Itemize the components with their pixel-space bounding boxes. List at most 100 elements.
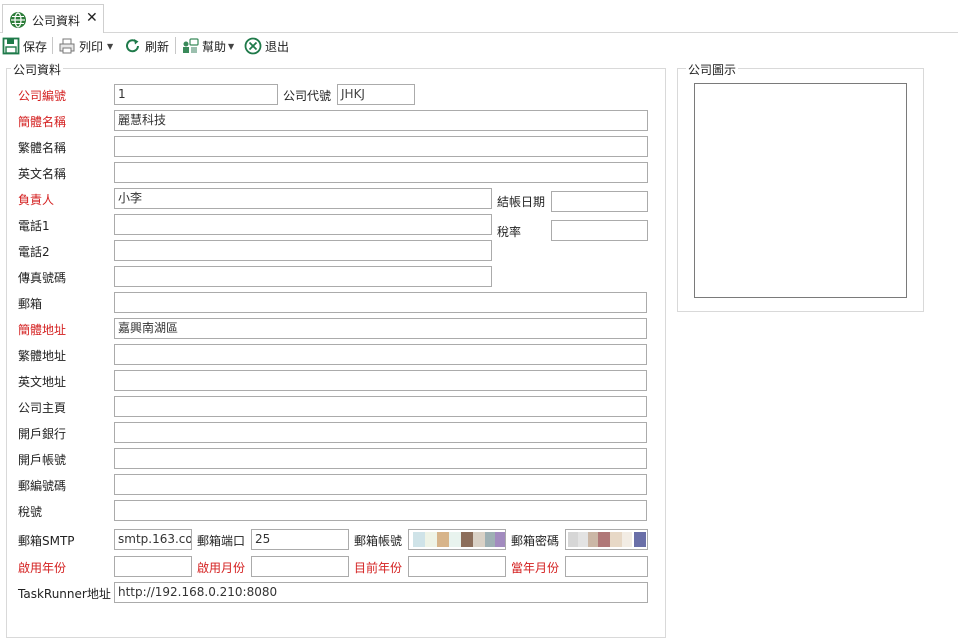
redacted-mark (461, 532, 473, 547)
start-month-label: 啟用月份 (197, 561, 246, 575)
email-label: 郵箱 (18, 297, 43, 311)
redacted-mark (449, 532, 461, 547)
current-year-field[interactable] (408, 556, 506, 577)
company-code-field[interactable]: JHKJ (337, 84, 415, 105)
group-title: 公司資料 (11, 61, 64, 78)
bank-account-label: 開戶帳號 (18, 453, 67, 467)
trad-name-field[interactable] (114, 136, 648, 157)
redacted-mark (473, 532, 485, 547)
phone2-field[interactable] (114, 240, 492, 261)
taskrunner-field[interactable]: http://192.168.0.210:8080 (114, 582, 648, 603)
tab-label: 公司資料 (32, 14, 81, 28)
bank-label: 開戶銀行 (18, 427, 67, 441)
redacted-mark (495, 532, 505, 547)
tab-bar: 公司資料 ✕ (0, 0, 958, 33)
eng-addr-field[interactable] (114, 370, 647, 391)
homepage-field[interactable] (114, 396, 647, 417)
mail-port-label: 郵箱端口 (197, 534, 246, 548)
print-label: 列印 (79, 39, 104, 54)
toolbar-divider (52, 37, 53, 54)
smtp-field[interactable]: smtp.163.con (114, 529, 192, 550)
mail-password-field[interactable] (565, 529, 648, 550)
redacted-mark (485, 532, 495, 547)
zip-label: 郵編號碼 (18, 479, 67, 493)
redacted-mark (437, 532, 449, 547)
simp-addr-label: 簡體地址 (18, 323, 67, 337)
save-icon (2, 37, 20, 55)
current-month-label: 當年月份 (511, 561, 560, 575)
exit-button[interactable]: 退出 (244, 36, 289, 56)
redacted-mark (578, 532, 588, 547)
chevron-down-icon[interactable]: ▼ (107, 42, 113, 51)
trad-name-label: 繁體名稱 (18, 141, 67, 155)
phone1-field[interactable] (114, 214, 492, 235)
simp-addr-field[interactable]: 嘉興南湖區 (114, 318, 647, 339)
fax-label: 傳真號碼 (18, 271, 67, 285)
close-date-field[interactable] (551, 191, 648, 212)
eng-addr-label: 英文地址 (18, 375, 67, 389)
help-button[interactable]: 幫助 ▼ (181, 36, 234, 56)
mail-password-label: 郵箱密碼 (511, 534, 560, 548)
tax-no-field[interactable] (114, 500, 647, 521)
chevron-down-icon[interactable]: ▼ (228, 42, 234, 51)
simp-name-label: 簡體名稱 (18, 115, 67, 129)
trad-addr-label: 繁體地址 (18, 349, 67, 363)
start-year-field[interactable] (114, 556, 192, 577)
email-field[interactable] (114, 292, 647, 313)
fax-field[interactable] (114, 266, 492, 287)
mail-port-field[interactable]: 25 (251, 529, 349, 550)
refresh-label: 刷新 (145, 39, 170, 54)
globe-icon (10, 12, 26, 28)
tab-company-info[interactable]: 公司資料 ✕ (2, 4, 104, 33)
close-date-label: 結帳日期 (497, 195, 546, 209)
group-title: 公司圖示 (686, 61, 739, 78)
current-month-field[interactable] (565, 556, 648, 577)
save-button[interactable]: 保存 (2, 36, 47, 56)
redacted-mark (413, 532, 425, 547)
toolbar: 保存 列印 ▼ 刷新 幫助 ▼ 退出 (0, 34, 958, 58)
bank-account-field[interactable] (114, 448, 647, 469)
company-no-label: 公司編號 (18, 89, 67, 103)
current-year-label: 目前年份 (354, 561, 403, 575)
homepage-label: 公司主頁 (18, 401, 67, 415)
tax-no-label: 稅號 (18, 505, 43, 519)
print-button[interactable]: 列印 ▼ (58, 36, 113, 56)
mail-account-label: 郵箱帳號 (354, 534, 403, 548)
company-no-field[interactable]: 1 (114, 84, 278, 105)
company-logo-image[interactable] (694, 83, 907, 298)
trad-addr-field[interactable] (114, 344, 647, 365)
help-icon (181, 37, 199, 55)
mail-account-field[interactable] (408, 529, 506, 550)
owner-field[interactable]: 小李 (114, 188, 492, 209)
close-icon[interactable]: ✕ (86, 10, 98, 26)
start-year-label: 啟用年份 (18, 561, 67, 575)
exit-label: 退出 (265, 39, 290, 54)
company-code-label: 公司代號 (283, 89, 332, 103)
bank-field[interactable] (114, 422, 647, 443)
toolbar-divider (175, 37, 176, 54)
redacted-mark (610, 532, 622, 547)
simp-name-field[interactable]: 麗慧科技 (114, 110, 648, 131)
start-month-field[interactable] (251, 556, 349, 577)
help-label: 幫助 (202, 39, 227, 54)
zip-field[interactable] (114, 474, 647, 495)
redacted-mark (622, 532, 632, 547)
owner-label: 負責人 (18, 193, 55, 207)
eng-name-field[interactable] (114, 162, 648, 183)
tax-rate-label: 稅率 (497, 225, 522, 239)
refresh-button[interactable]: 刷新 (124, 36, 169, 56)
printer-icon (58, 37, 76, 55)
smtp-label: 郵箱SMTP (18, 534, 75, 548)
redacted-mark (598, 532, 610, 547)
redacted-mark (425, 532, 437, 547)
tax-rate-field[interactable] (551, 220, 648, 241)
phone2-label: 電話2 (18, 245, 50, 259)
redacted-mark (588, 532, 598, 547)
exit-icon (244, 37, 262, 55)
save-label: 保存 (23, 39, 48, 54)
redacted-mark (568, 532, 578, 547)
eng-name-label: 英文名稱 (18, 167, 67, 181)
redacted-mark (634, 532, 646, 547)
refresh-icon (124, 37, 142, 55)
taskrunner-label: TaskRunner地址 (18, 587, 111, 601)
